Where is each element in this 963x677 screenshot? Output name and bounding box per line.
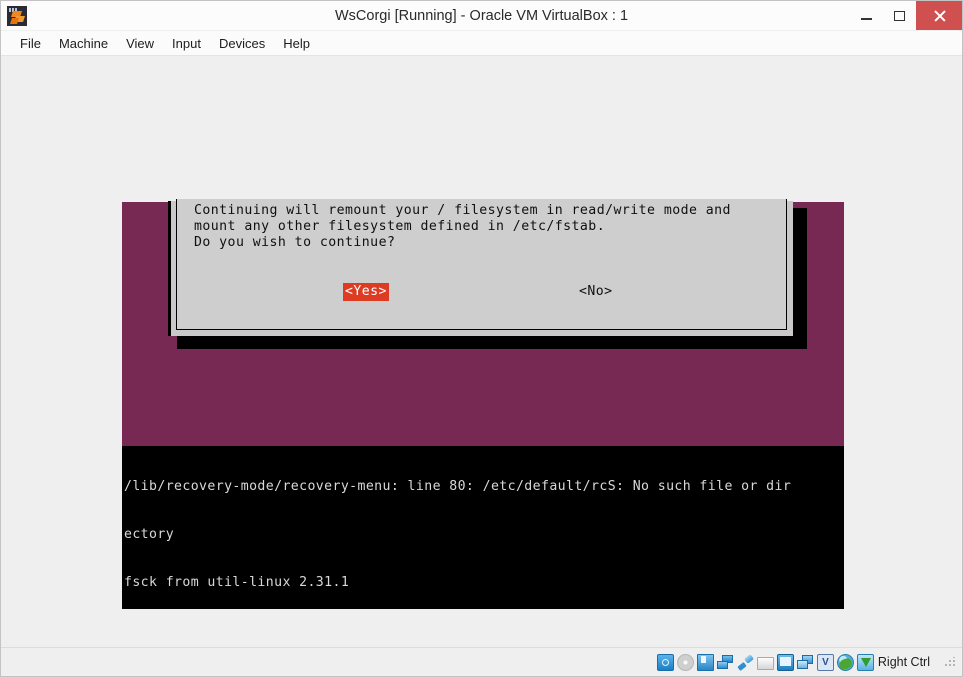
optical-disk-icon[interactable]: [676, 653, 694, 671]
host-key-label: Right Ctrl: [877, 655, 930, 669]
resize-grip-icon[interactable]: [944, 656, 955, 668]
shared-folders-icon[interactable]: [756, 656, 774, 670]
close-button[interactable]: [916, 1, 962, 30]
hard-disk-icon[interactable]: [656, 653, 674, 671]
recovery-confirm-dialog: Continuing will remount your / filesyste…: [168, 199, 793, 336]
mouse-capture-icon[interactable]: [856, 653, 874, 671]
network-icon[interactable]: [716, 654, 734, 671]
virtualization-icon[interactable]: V: [816, 653, 834, 671]
menu-item-devices[interactable]: Devices: [210, 34, 274, 53]
dialog-yes-button[interactable]: <Yes>: [343, 283, 389, 301]
menu-item-file[interactable]: File: [11, 34, 50, 53]
dialog-message-line-2: mount any other filesystem defined in /e…: [194, 219, 606, 234]
terminal-line: /lib/recovery-mode/recovery-menu: line 8…: [124, 479, 792, 494]
menu-item-input[interactable]: Input: [163, 34, 210, 53]
minimize-button[interactable]: [850, 1, 883, 30]
menu-item-view[interactable]: View: [117, 34, 163, 53]
terminal-line: fsck from util-linux 2.31.1: [124, 575, 350, 590]
display-icon[interactable]: [776, 653, 794, 671]
usb-icon[interactable]: [737, 654, 754, 671]
maximize-button[interactable]: [883, 1, 916, 30]
menu-bar: File Machine View Input Devices Help: [1, 31, 962, 56]
floppy-disk-icon[interactable]: [696, 653, 714, 671]
terminal-text-block: /lib/recovery-mode/recovery-menu: line 8…: [122, 446, 844, 609]
dialog-inner-frame: Continuing will remount your / filesyste…: [176, 199, 787, 330]
network-activity-icon[interactable]: [836, 653, 854, 671]
maximize-icon: [894, 10, 905, 21]
title-bar: WsCorgi [Running] - Oracle VM VirtualBox…: [1, 1, 962, 31]
dialog-button-row: <Yes> <No>: [177, 283, 786, 303]
close-icon: [933, 9, 946, 22]
virtualbox-icon: [7, 5, 27, 26]
virtualbox-window: WsCorgi [Running] - Oracle VM VirtualBox…: [0, 0, 963, 677]
menu-item-help[interactable]: Help: [274, 34, 319, 53]
dialog-message-line-3: Do you wish to continue?: [194, 235, 396, 250]
terminal-line: ectory: [124, 527, 175, 542]
window-controls: [850, 1, 962, 30]
dialog-no-button[interactable]: <No>: [577, 283, 615, 301]
minimize-icon: [861, 17, 872, 20]
window-title: WsCorgi [Running] - Oracle VM VirtualBox…: [334, 7, 629, 24]
vm-guest-viewport[interactable]: Continuing will remount your / filesyste…: [1, 56, 962, 647]
status-icon-group: V: [656, 653, 874, 671]
guest-terminal-output[interactable]: /lib/recovery-mode/recovery-menu: line 8…: [122, 446, 844, 609]
menu-item-machine[interactable]: Machine: [50, 34, 117, 53]
status-bar: V Right Ctrl: [1, 647, 962, 676]
remote-desktop-icon[interactable]: [796, 654, 814, 671]
dialog-message-line-1: Continuing will remount your / filesyste…: [194, 203, 731, 218]
